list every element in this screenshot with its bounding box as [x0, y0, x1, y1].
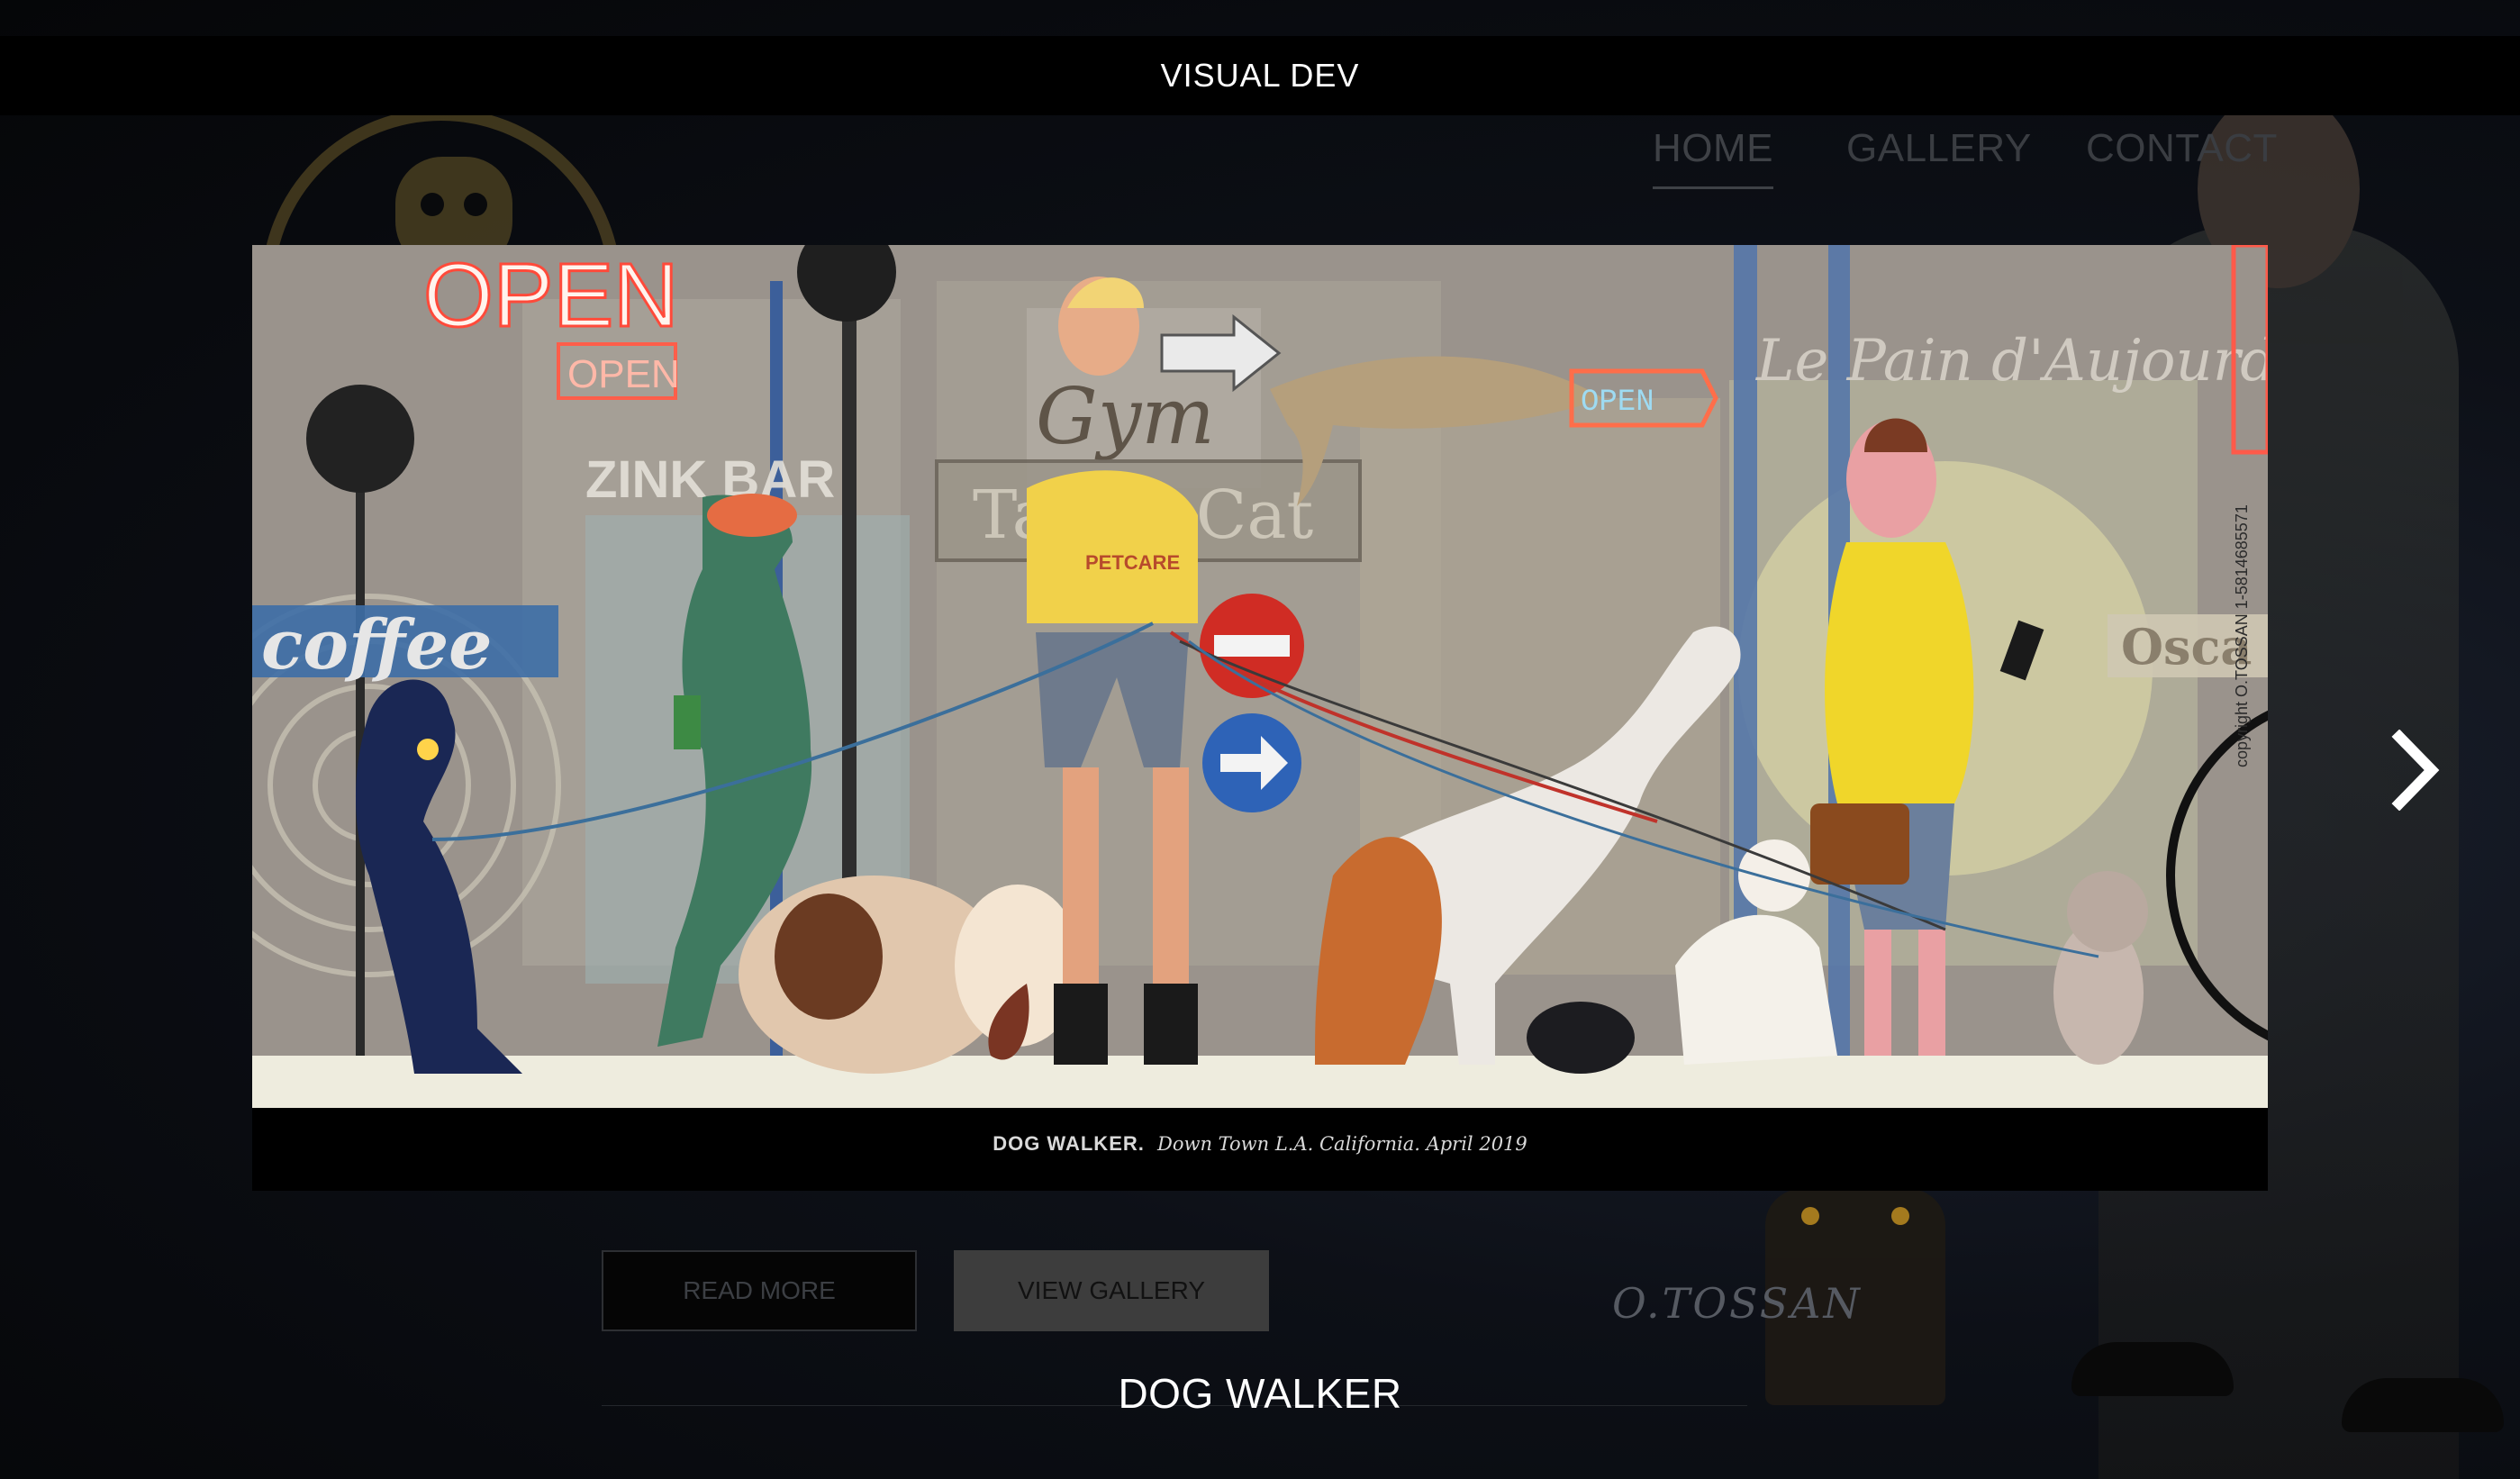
handbag-icon	[1810, 803, 1909, 885]
nav-home[interactable]: HOME	[1653, 126, 1773, 189]
bakery-script: Le Pain d'Aujourd'hui	[1755, 328, 2268, 395]
caption-detail: Down Town L.A. California. April 2019	[1157, 1133, 1527, 1155]
gym-sign: Gym	[1036, 372, 1215, 462]
neon-open-sign: OPEN	[423, 245, 678, 346]
lightbox-title: VISUAL DEV	[1160, 57, 1360, 94]
coffee-sign: coffee	[261, 604, 493, 685]
walker-shirt	[1027, 470, 1198, 623]
read-more-button[interactable]: READ MORE	[602, 1250, 917, 1331]
section-title: DOG WALKER	[1118, 1370, 1402, 1417]
caption-title: DOG WALKER.	[993, 1132, 1145, 1155]
lightbox-title-bar: VISUAL DEV	[0, 36, 2520, 115]
artwork-illustration: OPEN OPEN ZINK BAR coffee Gym Tabby Cat …	[252, 245, 2268, 1108]
small-black-dog	[1527, 1002, 1635, 1074]
open-arrow-sign: OPEN	[1581, 386, 1654, 420]
main-nav: HOME GALLERY CONTACT	[0, 126, 2520, 198]
lightbox: OPEN OPEN ZINK BAR coffee Gym Tabby Cat …	[252, 245, 2268, 1191]
nav-contact[interactable]: CONTACT	[2086, 126, 2278, 171]
artwork-image: OPEN OPEN ZINK BAR coffee Gym Tabby Cat …	[252, 245, 2268, 1108]
nav-gallery[interactable]: GALLERY	[1846, 126, 2032, 171]
woman-blouse	[1825, 542, 1974, 803]
small-open-sign: OPEN	[567, 352, 680, 396]
chevron-right-icon[interactable]	[2389, 729, 2443, 812]
copyright-text: copyright O.TOSSAN 1-5814685571	[2233, 504, 2251, 767]
page: O.TOSSAN VISUAL DEV HOME GALLERY CONTACT	[0, 0, 2520, 1479]
image-caption: DOG WALKER. Down Town L.A. California. A…	[252, 1132, 2268, 1156]
petcare-logo: PETCARE	[1085, 551, 1180, 574]
view-gallery-button[interactable]: VIEW GALLERY	[954, 1250, 1269, 1331]
background-signature: O.TOSSAN	[1612, 1279, 1863, 1328]
